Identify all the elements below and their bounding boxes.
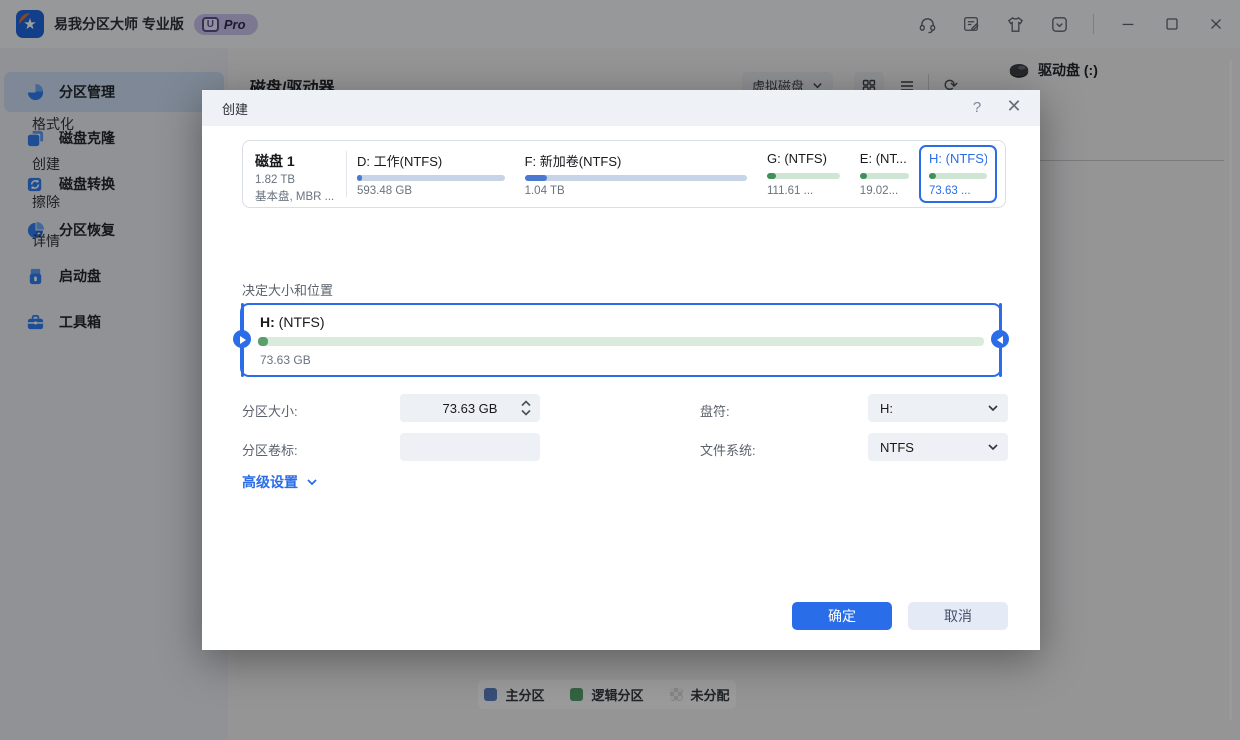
slider-size-value: 73.63 GB (260, 353, 311, 367)
disk-info: 磁盘 1 1.82 TB 基本盘, MBR ... (255, 151, 347, 197)
partition-size: 1.04 TB (525, 185, 747, 197)
partition-size-value: 73.63 GB (443, 401, 498, 416)
partition-tile-g[interactable]: G: (NTFS) 111.61 ... (757, 151, 850, 197)
partition-size-label: 分区大小: (242, 401, 298, 420)
partition-tile-d[interactable]: D: 工作(NTFS) 593.48 GB (347, 151, 515, 197)
dialog-header: 创建 ? ✕ (202, 90, 1040, 126)
partition-usage-bar (525, 175, 747, 181)
partition-size: 593.48 GB (357, 185, 505, 197)
drive-letter-value: H: (880, 401, 893, 416)
drive-letter-label: 盘符: (700, 401, 730, 420)
file-system-select[interactable]: NTFS (868, 433, 1008, 461)
partition-size: 73.63 ... (929, 185, 987, 197)
drive-letter-select[interactable]: H: (868, 394, 1008, 422)
partition-usage-bar (767, 173, 840, 179)
advanced-settings-label: 高级设置 (242, 472, 298, 492)
slider-left-handle[interactable] (232, 303, 252, 377)
slider-partition-label: H: (NTFS) (260, 314, 325, 330)
file-system-label: 文件系统: (700, 440, 756, 459)
partition-label: F: 新加卷(NTFS) (525, 151, 747, 170)
partition-usage-bar (357, 175, 505, 181)
slider-bar-fill (258, 337, 268, 346)
disk-name: 磁盘 1 (255, 151, 340, 171)
partition-label: H: (NTFS) (929, 151, 987, 166)
partition-size-slider[interactable]: H: (NTFS) 73.63 GB (240, 303, 1002, 377)
partition-label: G: (NTFS) (767, 151, 840, 166)
advanced-settings-link[interactable]: 高级设置 (242, 472, 318, 492)
volume-label-input[interactable] (400, 433, 540, 461)
size-section-label: 决定大小和位置 (242, 280, 333, 299)
chevron-down-icon (306, 476, 318, 488)
partition-tile-e[interactable]: E: (NT... 19.02... (850, 151, 919, 197)
size-stepper[interactable] (521, 397, 533, 419)
volume-label-label: 分区卷标: (242, 440, 298, 459)
disk-strip: 磁盘 1 1.82 TB 基本盘, MBR ... D: 工作(NTFS) 59… (242, 140, 1006, 208)
chevron-down-icon (987, 441, 999, 456)
partition-usage-bar (860, 173, 909, 179)
help-icon[interactable]: ? (966, 97, 988, 119)
slider-right-handle[interactable] (990, 303, 1010, 377)
partition-size: 111.61 ... (767, 185, 840, 197)
stepper-up-icon (521, 400, 531, 407)
create-dialog: 创建 ? ✕ 磁盘 1 1.82 TB 基本盘, MBR ... D: 工作(N… (202, 90, 1040, 650)
cancel-button[interactable]: 取消 (908, 602, 1008, 630)
partition-label: E: (NT... (860, 151, 909, 166)
dialog-title: 创建 (222, 99, 248, 118)
handle-arrow-icon (997, 336, 1003, 344)
partition-size: 19.02... (860, 185, 909, 197)
handle-arrow-icon (240, 336, 246, 344)
disk-size: 1.82 TB (255, 174, 340, 186)
partition-label: D: 工作(NTFS) (357, 151, 505, 170)
disk-meta: 基本盘, MBR ... (255, 188, 340, 204)
partition-size-input[interactable]: 73.63 GB (400, 394, 540, 422)
slider-bar (258, 337, 984, 346)
file-system-value: NTFS (880, 440, 914, 455)
dialog-close-icon[interactable]: ✕ (1002, 95, 1026, 119)
partition-usage-bar (929, 173, 987, 179)
partition-tile-f[interactable]: F: 新加卷(NTFS) 1.04 TB (515, 151, 757, 197)
partition-tile-h-selected[interactable]: H: (NTFS) 73.63 ... (919, 145, 997, 203)
stepper-down-icon (521, 409, 531, 416)
ok-button[interactable]: 确定 (792, 602, 892, 630)
chevron-down-icon (987, 402, 999, 417)
